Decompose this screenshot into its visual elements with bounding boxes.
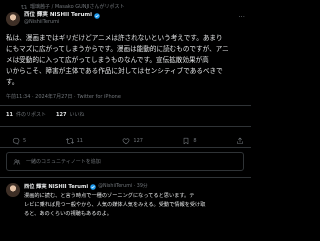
author-avatar[interactable] (6, 12, 20, 26)
reposts-label[interactable]: 件のリポスト (16, 111, 46, 120)
share-icon (237, 137, 243, 144)
reply-body: 漫画的に読む、と言う時点で一種のゾーニングになってると思います。テ レビに乗れば… (24, 193, 206, 217)
reply-icon (12, 137, 20, 145)
reply-button[interactable]: 5 (12, 136, 26, 146)
bookmark-button[interactable]: 8 (182, 136, 197, 146)
community-note-prompt[interactable]: 一緒のコミュニティノートを追加 (6, 152, 244, 171)
share-button[interactable] (236, 137, 244, 145)
tweet-body: 私は、漫画まではギリだけどアニメは許されないという考えです。あまり にもマズに広… (6, 34, 229, 86)
tweet-source[interactable]: Twitter for iPhone (77, 94, 121, 100)
repost-indicator[interactable]: 瑠璃茜子 / Masako GUNJIさんがリポスト (21, 3, 125, 11)
heart-icon (123, 138, 130, 145)
divider (0, 126, 251, 127)
divider (0, 105, 251, 106)
bookmark-icon (184, 137, 189, 145)
reply-author-avatar[interactable] (6, 183, 20, 197)
likes-count[interactable]: 127 (56, 111, 66, 120)
author-name[interactable]: 西位 輝実 NISHII Terumi (24, 12, 92, 19)
likes-label[interactable]: いいね (69, 111, 84, 120)
divider (0, 177, 251, 178)
reposts-count[interactable]: 11 (6, 111, 13, 120)
more-options-icon[interactable]: ··· (238, 14, 245, 21)
author-info: 西位 輝実 NISHII Terumi @NishiiTerumi (24, 12, 100, 26)
like-button[interactable]: 127 (122, 136, 143, 146)
action-bar: 5 11 127 8 (12, 136, 244, 146)
tweet-timestamp[interactable]: 午前11:34 · 2024年7月27日 (6, 94, 72, 100)
author-handle[interactable]: @NishiiTerumi (24, 19, 100, 26)
like-count: 127 (133, 138, 143, 144)
retweet-icon (65, 138, 74, 144)
verified-badge-icon (94, 12, 100, 19)
tweet-detail-page: 瑠璃茜子 / Masako GUNJIさんがリポスト 西位 輝実 NISHII … (0, 0, 251, 241)
verified-badge-icon (90, 184, 96, 190)
retweet-button[interactable]: 11 (65, 136, 83, 146)
community-note-text: 一緒のコミュニティノートを追加 (26, 158, 101, 165)
reply-count: 5 (23, 138, 27, 144)
engagement-stats: 11 件のリポスト 127 いいね (6, 111, 84, 120)
retweet-count: 11 (76, 138, 83, 144)
repost-icon (21, 4, 27, 10)
repost-text: 瑠璃茜子 / Masako GUNJIさんがリポスト (30, 4, 125, 10)
reply-author-handle[interactable]: @NishiiTerumi · 39分 (98, 183, 147, 191)
reply-tweet[interactable]: 西位 輝実 NISHII Terumi @NishiiTerumi · 39分 … (24, 183, 246, 219)
reply-author-name[interactable]: 西位 輝実 NISHII Terumi (24, 183, 88, 191)
tweet-meta: 午前11:34 · 2024年7月27日 · Twitter for iPhon… (6, 93, 121, 101)
bookmark-count: 8 (193, 138, 197, 144)
community-notes-icon (13, 158, 21, 165)
divider (0, 147, 251, 148)
